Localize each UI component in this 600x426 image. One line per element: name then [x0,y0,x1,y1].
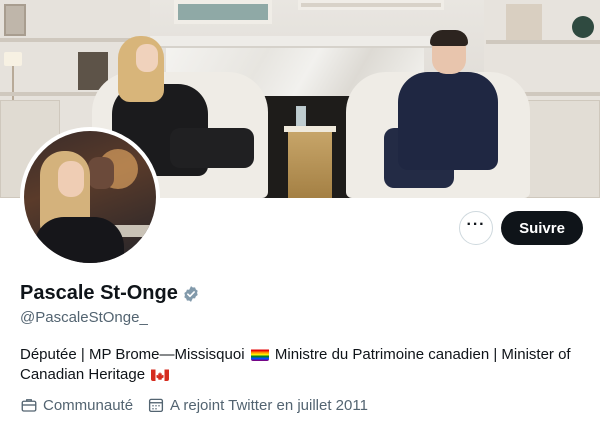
banner-vase [572,16,594,38]
briefcase-icon [21,399,37,412]
display-name: Pascale St-Onge [20,282,178,304]
profile-meta: Communauté A rejoint Twitter en juillet … [20,396,382,414]
banner-mantel [150,36,440,48]
banner-frame [4,4,26,36]
banner-side-table [288,130,332,198]
banner-painting [298,0,444,10]
banner-lamp [4,52,22,66]
profile-name-row: Pascale St-Onge [20,282,200,305]
calendar-icon [148,398,164,413]
avatar-body [34,217,124,263]
banner-person-left-legs [170,128,254,168]
more-options-button[interactable]: ··· [459,211,493,245]
banner-side-table-top [284,126,336,132]
banner-painting [174,0,272,24]
more-icon: ··· [466,216,486,233]
user-handle: @PascaleStOnge_ [20,309,148,326]
banner-shelf [486,40,600,44]
category-label: Communauté [43,396,134,414]
joined-date: A rejoint Twitter en juillet 2011 [170,396,368,414]
banner-book [506,4,542,40]
avatar[interactable] [20,127,160,267]
banner-shelf [0,38,130,42]
rainbow-flag-icon [250,348,269,361]
banner-cabinet [518,100,600,198]
banner-shelf [0,92,100,96]
profile-joined: A rejoint Twitter en juillet 2011 [147,396,368,414]
profile-bio: Députée | MP Brome—Missisquoi Ministre d… [20,345,590,385]
avatar-background-person [88,157,114,189]
bio-text-part1: Députée | MP Brome—Missisquoi [20,346,245,363]
avatar-face [58,161,84,197]
follow-button[interactable]: Suivre [501,211,583,245]
canada-flag-icon [151,368,170,381]
banner-person-left-face [136,44,158,72]
banner-person-right-hair [430,30,468,46]
banner-glass [296,106,306,126]
profile-category: Communauté [20,396,133,414]
banner-person-right [398,72,498,170]
verified-badge-icon[interactable] [182,285,200,303]
